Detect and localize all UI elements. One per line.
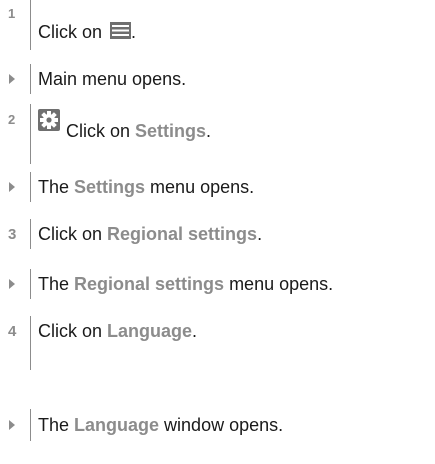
step-number: 4 [8,323,17,340]
result-text: Main menu opens. [38,69,187,89]
result-divider [30,172,31,202]
step-number: 3 [8,226,17,243]
hamburger-menu-icon [110,22,132,39]
language-term: Language [107,321,193,341]
result-arrow-icon [9,279,15,289]
step-number: 1 [8,6,16,21]
result-arrow-icon [9,420,15,430]
step-divider [30,219,31,249]
result-text: The Regional settings menu opens. [38,274,334,294]
language-term: Language [74,415,160,435]
step-text: Click on Regional settings. [38,224,263,244]
step-text: Click on . [38,22,137,42]
result-divider [30,409,31,441]
step-text: Click on Language. [38,321,198,341]
settings-term: Settings [135,121,207,141]
result-text: The Language window opens. [38,415,284,435]
step-text: Click on Settings. [66,121,212,141]
result-arrow-icon [9,74,15,84]
regional-settings-term: Regional settings [74,274,225,294]
step-number: 2 [8,112,16,127]
step-divider [30,0,31,50]
regional-settings-term: Regional settings [107,224,258,244]
gear-icon [38,109,60,131]
result-text: The Settings menu opens. [38,177,255,197]
step-divider [30,316,31,370]
result-divider [30,269,31,299]
result-arrow-icon [9,182,15,192]
step-divider [30,104,31,164]
settings-term: Settings [74,177,146,197]
result-divider [30,64,31,94]
